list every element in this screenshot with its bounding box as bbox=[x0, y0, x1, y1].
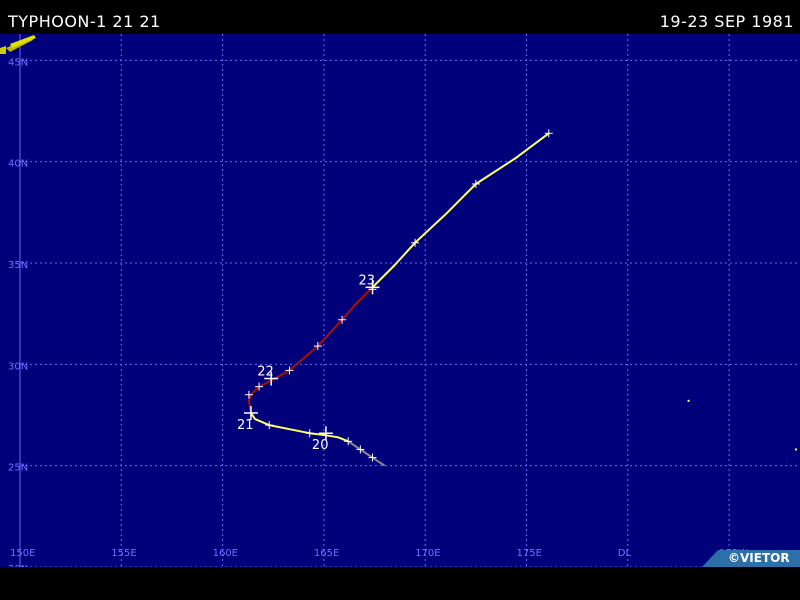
day-label: 23 bbox=[359, 273, 376, 288]
minor-point bbox=[794, 448, 797, 451]
footer-bar bbox=[0, 567, 800, 600]
lon-label: 165E bbox=[314, 548, 339, 559]
minor-point bbox=[687, 399, 690, 402]
lat-label: 25N bbox=[8, 463, 28, 474]
lon-label: 150E bbox=[10, 548, 35, 559]
lat-label: 35N bbox=[8, 260, 28, 271]
lat-label: 45N bbox=[8, 57, 28, 68]
credit-badge: ©VIETOR bbox=[702, 550, 800, 567]
lon-label: 155E bbox=[111, 548, 136, 559]
lon-label: 175E bbox=[516, 548, 541, 559]
track-map[interactable]: 150E155E160E165E170E175EDL175W45N40N35N3… bbox=[0, 0, 800, 600]
lat-label: 30N bbox=[8, 361, 28, 372]
day-label: 21 bbox=[237, 418, 254, 433]
lat-label: 40N bbox=[8, 159, 28, 170]
lon-label: 170E bbox=[415, 548, 440, 559]
day-label: 20 bbox=[312, 438, 329, 453]
lon-label: 160E bbox=[213, 548, 238, 559]
day-label: 22 bbox=[257, 365, 274, 380]
lon-label: DL bbox=[618, 548, 632, 559]
ocean-background bbox=[0, 34, 800, 567]
